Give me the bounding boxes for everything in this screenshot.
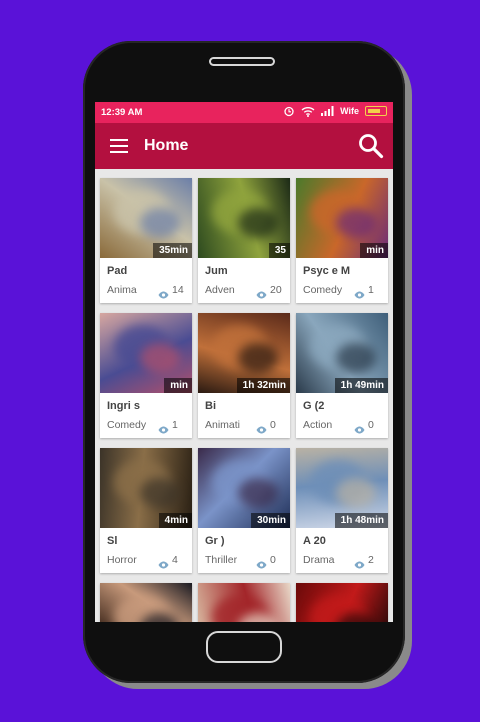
movie-genre: Horror (107, 554, 137, 566)
movie-card[interactable]: 35min Pad Anima 14 (100, 178, 192, 303)
movie-duration: min (164, 378, 192, 393)
movie-duration: min (360, 243, 388, 258)
eye-icon (158, 421, 169, 439)
view-count: 1 (172, 419, 178, 431)
movie-title: Jum (205, 265, 228, 277)
movie-duration: 30min (251, 513, 290, 528)
movie-card[interactable]: 30min Gr ) Thriller 0 (198, 448, 290, 573)
movie-poster[interactable]: 35min (100, 178, 192, 258)
movie-poster[interactable]: 1h 48min (296, 448, 388, 528)
signal-icon (321, 106, 334, 116)
view-count: 0 (270, 419, 276, 431)
movie-poster[interactable] (198, 583, 290, 622)
movie-card[interactable] (198, 583, 290, 622)
movie-genre: Animati (205, 419, 241, 431)
alarm-icon (283, 105, 295, 117)
movie-title: Pad (107, 265, 128, 277)
page-title: Home (144, 137, 189, 154)
movie-card[interactable]: min Ingri s Comedy 1 (100, 313, 192, 438)
movie-title: Bi (205, 400, 216, 412)
carrier-name: Wife (340, 106, 359, 116)
eye-icon (256, 286, 267, 304)
movie-title: A 20 (303, 535, 326, 547)
movie-grid: 35min Pad Anima 14 35 Jum Adven 20 min Psyc e M Co… (100, 178, 390, 622)
phone-speaker (209, 57, 275, 66)
view-count: 14 (172, 284, 184, 296)
movie-genre: Thriller (205, 554, 238, 566)
eye-icon (354, 556, 365, 574)
eye-icon (158, 286, 169, 304)
movie-title: Ingri s (107, 400, 141, 412)
movie-genre: Action (303, 419, 333, 431)
movie-card[interactable]: 4min Sl Horror 4 (100, 448, 192, 573)
movie-card[interactable]: 1h 32min Bi Animati 0 (198, 313, 290, 438)
movie-genre: Comedy (303, 284, 343, 296)
menu-icon[interactable] (110, 139, 128, 153)
phone-frame: 12:39 AM Wife Home 35min Pad Anima 14 35… (83, 41, 405, 683)
view-count: 0 (368, 419, 374, 431)
app-screen: 12:39 AM Wife Home 35min Pad Anima 14 35… (95, 102, 393, 622)
movie-card[interactable]: 1h 49min G (2 Action 0 (296, 313, 388, 438)
view-count: 2 (368, 554, 374, 566)
wifi-icon (301, 106, 315, 117)
movie-poster[interactable]: min (296, 178, 388, 258)
movie-card[interactable] (100, 583, 192, 622)
search-icon[interactable] (357, 132, 385, 165)
movie-card[interactable] (296, 583, 388, 622)
movie-duration: 4min (158, 513, 192, 528)
movie-genre: Adven (205, 284, 235, 296)
movie-poster[interactable] (296, 583, 388, 622)
movie-genre: Comedy (107, 419, 147, 431)
movie-card[interactable]: 1h 48min A 20 Drama 2 (296, 448, 388, 573)
battery-icon (365, 106, 387, 116)
eye-icon (354, 421, 365, 439)
movie-title: Sl (107, 535, 118, 547)
movie-poster[interactable]: 1h 32min (198, 313, 290, 393)
movie-card[interactable]: 35 Jum Adven 20 (198, 178, 290, 303)
movie-card[interactable]: min Psyc e M Comedy 1 (296, 178, 388, 303)
status-bar: 12:39 AM Wife (95, 102, 393, 123)
eye-icon (256, 556, 267, 574)
eye-icon (256, 421, 267, 439)
movie-poster[interactable]: 1h 49min (296, 313, 388, 393)
view-count: 1 (368, 284, 374, 296)
movie-title: Gr ) (205, 535, 225, 547)
movie-duration: 1h 32min (236, 378, 290, 393)
movie-genre: Anima (107, 284, 137, 296)
view-count: 4 (172, 554, 178, 566)
movie-poster[interactable] (100, 583, 192, 622)
eye-icon (354, 286, 365, 304)
eye-icon (158, 556, 169, 574)
movie-poster[interactable]: 30min (198, 448, 290, 528)
view-count: 20 (270, 284, 282, 296)
movie-duration: 1h 49min (334, 378, 388, 393)
app-bar: Home (95, 123, 393, 169)
movie-title: G (2 (303, 400, 325, 412)
movie-duration: 35min (153, 243, 192, 258)
movie-genre: Drama (303, 554, 335, 566)
home-button[interactable] (206, 631, 282, 663)
movie-duration: 35 (268, 243, 290, 258)
movie-poster[interactable]: 35 (198, 178, 290, 258)
movie-poster[interactable]: min (100, 313, 192, 393)
movie-poster[interactable]: 4min (100, 448, 192, 528)
view-count: 0 (270, 554, 276, 566)
status-icons: Wife (283, 105, 387, 117)
movie-duration: 1h 48min (334, 513, 388, 528)
movie-title: Psyc e M (303, 265, 351, 277)
status-time: 12:39 AM (101, 107, 143, 118)
